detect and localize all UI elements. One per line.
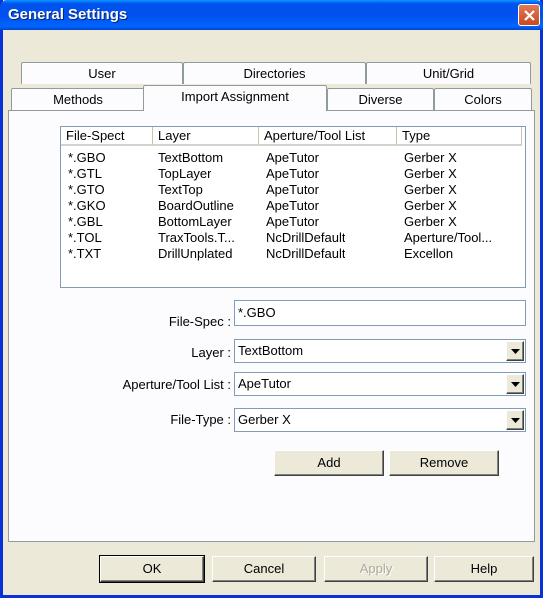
column-header-layer[interactable]: Layer xyxy=(153,127,259,146)
chevron-down-icon xyxy=(511,418,520,423)
ok-button[interactable]: OK xyxy=(99,555,205,583)
tab-directories[interactable]: Directories xyxy=(183,62,366,84)
list-header: File-Spect Layer Aperture/Tool List Type xyxy=(61,127,525,146)
window-title: General Settings xyxy=(8,6,128,23)
tab-colors[interactable]: Colors xyxy=(434,88,532,110)
table-row[interactable]: *.GBO TextBottom ApeTutor Gerber X xyxy=(61,150,525,166)
aperture-select[interactable]: ApeTutor xyxy=(234,372,526,396)
filetype-select[interactable]: Gerber X xyxy=(234,408,526,432)
table-row[interactable]: *.GBL BottomLayer ApeTutor Gerber X xyxy=(61,214,525,230)
aperture-dropdown-button[interactable] xyxy=(506,374,524,394)
aperture-select-value: ApeTutor xyxy=(238,376,291,391)
layer-select-value: TextBottom xyxy=(238,343,304,358)
tab-diverse[interactable]: Diverse xyxy=(327,88,434,110)
table-row[interactable]: *.TOL TraxTools.T... NcDrillDefault Aper… xyxy=(61,230,525,246)
add-button[interactable]: Add xyxy=(274,450,384,476)
general-settings-dialog: General Settings User Directories Unit/G… xyxy=(0,0,543,598)
table-row[interactable]: *.GTO TextTop ApeTutor Gerber X xyxy=(61,182,525,198)
apply-button[interactable]: Apply xyxy=(324,556,428,582)
layer-label: Layer : xyxy=(191,345,231,360)
close-button[interactable] xyxy=(518,4,540,26)
column-header-type[interactable]: Type xyxy=(397,127,522,146)
title-bar[interactable]: General Settings xyxy=(0,0,543,30)
table-row[interactable]: *.GKO BoardOutline ApeTutor Gerber X xyxy=(61,198,525,214)
tab-import-assignment[interactable]: Import Assignment xyxy=(143,85,327,111)
filetype-dropdown-button[interactable] xyxy=(506,410,524,430)
assignment-list[interactable]: File-Spect Layer Aperture/Tool List Type… xyxy=(60,126,526,288)
table-row[interactable]: *.GTL TopLayer ApeTutor Gerber X xyxy=(61,166,525,182)
chevron-down-icon xyxy=(511,382,520,387)
chevron-down-icon xyxy=(511,349,520,354)
layer-dropdown-button[interactable] xyxy=(506,341,524,361)
filetype-label: File-Type : xyxy=(170,412,231,427)
layer-select[interactable]: TextBottom xyxy=(234,339,526,363)
aperture-label: Aperture/Tool List : xyxy=(122,377,231,392)
cancel-button[interactable]: Cancel xyxy=(212,556,316,582)
column-header-file-spect[interactable]: File-Spect xyxy=(61,127,153,146)
tab-user[interactable]: User xyxy=(21,62,183,84)
filespec-input[interactable]: *.GBO xyxy=(234,300,526,326)
column-header-aperture[interactable]: Aperture/Tool List xyxy=(259,127,397,146)
tab-unit-grid[interactable]: Unit/Grid xyxy=(366,62,531,84)
help-button[interactable]: Help xyxy=(434,556,534,582)
remove-button[interactable]: Remove xyxy=(389,450,499,476)
filespec-label: File-Spec : xyxy=(168,314,231,329)
table-row[interactable]: *.TXT DrillUnplated NcDrillDefault Excel… xyxy=(61,246,525,262)
filetype-select-value: Gerber X xyxy=(238,412,291,427)
tab-methods[interactable]: Methods xyxy=(11,88,145,110)
close-icon xyxy=(524,10,535,21)
